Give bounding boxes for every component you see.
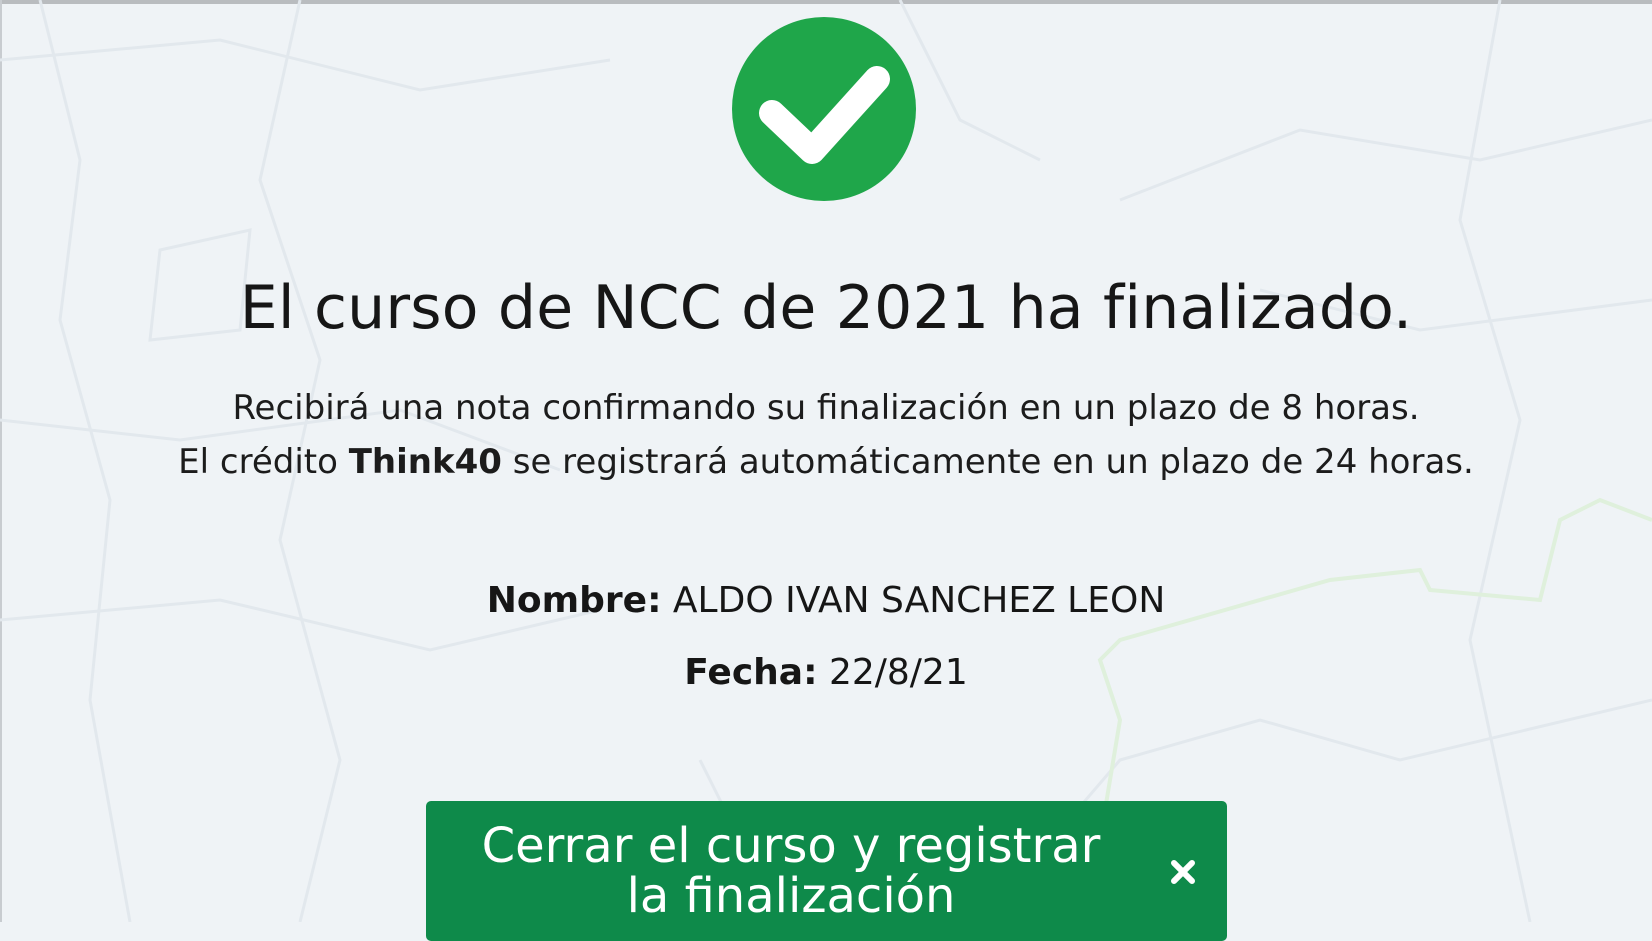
completion-title: El curso de NCC de 2021 ha finalizado. — [239, 273, 1413, 343]
check-circle-icon — [732, 17, 916, 201]
confirmation-note: Recibirá una nota confirmando su finaliz… — [232, 388, 1420, 428]
name-value: ALDO IVAN SANCHEZ LEON — [672, 580, 1166, 621]
date-row: Fecha: 22/8/21 — [0, 650, 1652, 696]
credit-note: El crédito Think40 se registrará automát… — [0, 440, 1652, 484]
close-course-button-label: Cerrar el curso y registrar la finalizac… — [481, 818, 1101, 924]
close-course-button[interactable]: Cerrar el curso y registrar la finalizac… — [426, 801, 1227, 941]
credit-note-suffix: se registrará automáticamente en un plaz… — [512, 442, 1474, 482]
credit-note-prefix: El crédito — [178, 442, 338, 482]
credit-brand: Think40 — [348, 442, 502, 482]
close-icon — [1171, 860, 1195, 884]
date-label: Fecha: — [684, 652, 818, 693]
name-label: Nombre: — [486, 580, 662, 621]
name-row: Nombre: ALDO IVAN SANCHEZ LEON — [0, 578, 1652, 624]
date-value: 22/8/21 — [828, 652, 968, 693]
